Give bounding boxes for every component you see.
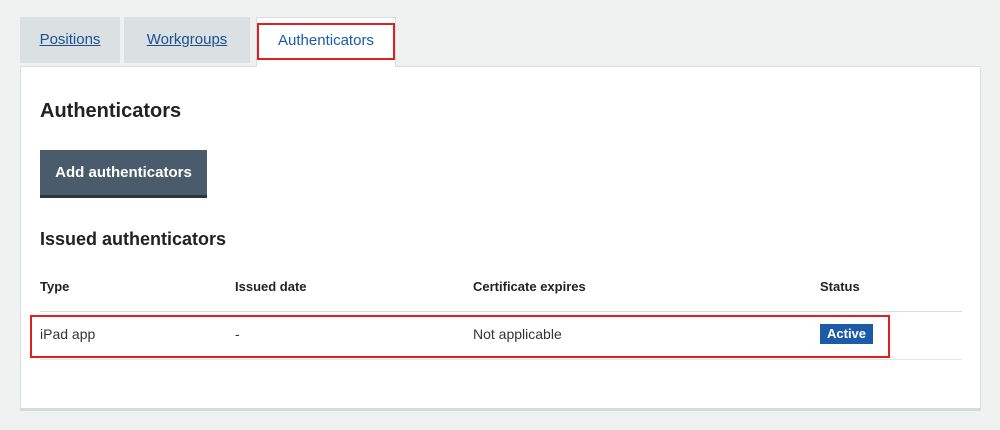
column-header-type: Type	[40, 279, 70, 294]
table-header: Type Issued date Certificate expires Sta…	[40, 267, 962, 312]
cell-issued-date: -	[235, 326, 240, 342]
issued-authenticators-table: Type Issued date Certificate expires Sta…	[40, 267, 962, 360]
tab-workgroups[interactable]: Workgroups	[124, 17, 250, 63]
page-title: Authenticators	[40, 100, 182, 122]
table-row[interactable]: iPad app - Not applicable Active	[40, 312, 962, 360]
tab-bar: Positions Workgroups Authenticators	[20, 17, 980, 67]
column-header-issued-date: Issued date	[235, 279, 307, 294]
column-header-status: Status	[820, 279, 860, 294]
status-badge: Active	[820, 324, 874, 345]
column-header-certificate-expires: Certificate expires	[473, 279, 586, 294]
add-authenticators-button[interactable]: Add authenticators	[40, 150, 207, 198]
issued-authenticators-heading: Issued authenticators	[40, 229, 227, 249]
authenticators-panel: Authenticators Add authenticators Issued…	[20, 66, 981, 410]
tab-positions[interactable]: Positions	[20, 17, 120, 63]
cell-certificate-expires: Not applicable	[473, 326, 562, 342]
tab-authenticators[interactable]: Authenticators	[256, 17, 396, 67]
cell-type: iPad app	[40, 326, 96, 342]
panel-bottom-border	[20, 408, 981, 411]
cell-status: Active	[820, 312, 874, 356]
